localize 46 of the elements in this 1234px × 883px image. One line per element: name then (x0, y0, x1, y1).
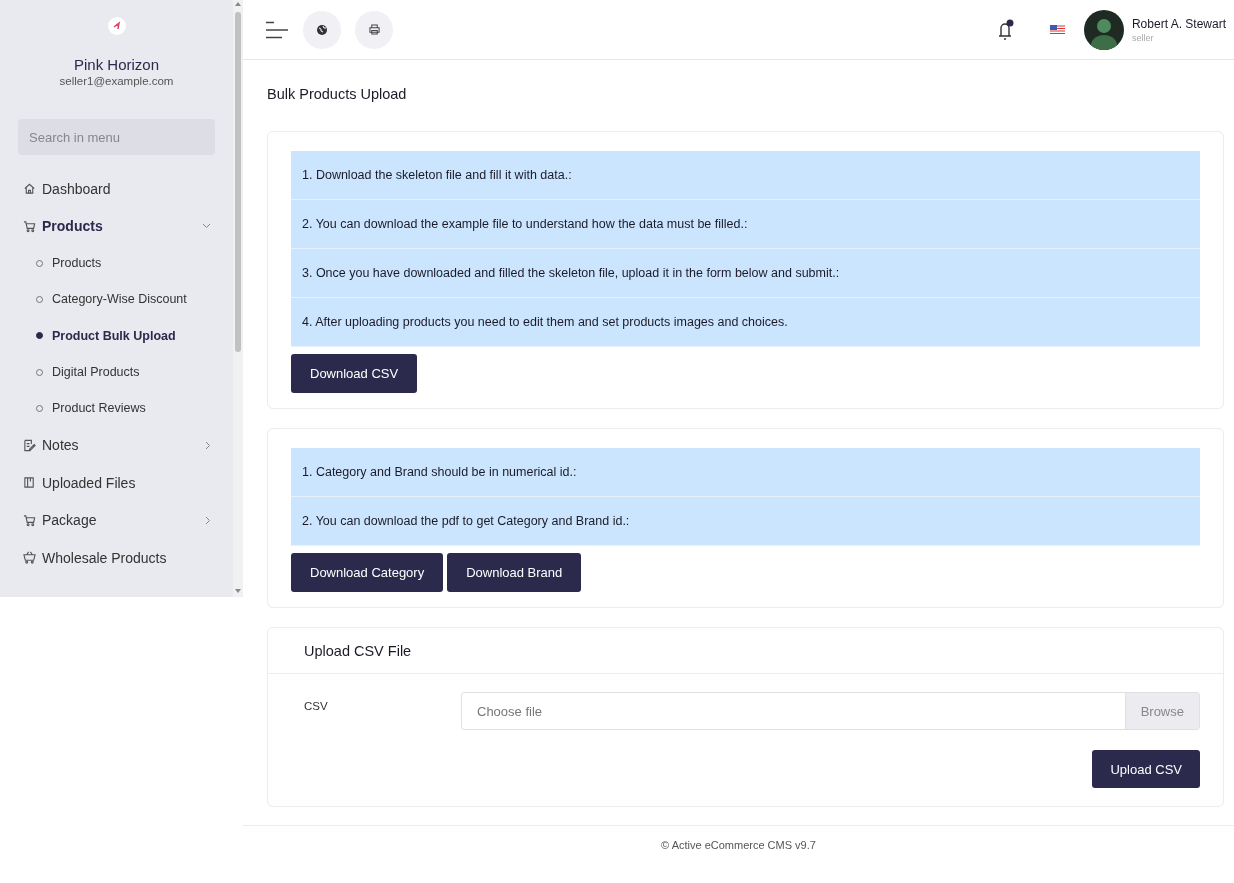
search-field[interactable]: Search in menu (18, 119, 215, 155)
sidebar-item[interactable]: Products (0, 207, 233, 245)
instruction-text: 1. Download the skeleton file and fill it with data.: (291, 151, 1200, 200)
submenu-item[interactable]: Category-Wise Discount (0, 281, 233, 318)
cart-icon (23, 513, 36, 527)
note-icon (23, 438, 36, 452)
print-button[interactable] (355, 10, 393, 49)
instruction-text: 1. Category and Brand should be in numerical id.: (291, 448, 1200, 497)
card-title: Upload CSV File (268, 628, 1223, 674)
field-label: CSV (303, 699, 329, 712)
footer-text: © Active eCommerce CMS v9.7 (661, 839, 816, 851)
store-name: Pink Horizon (73, 56, 159, 73)
printer-icon (368, 24, 380, 35)
instruction-text: 4. After uploading products you need to edit them and set products images and choices. (291, 298, 1200, 347)
store-email: seller1@example.com (59, 75, 174, 87)
logo-icon (107, 17, 126, 35)
file-icon (23, 476, 36, 490)
submenu-item[interactable]: Product Reviews (0, 390, 233, 427)
home-icon (23, 182, 36, 196)
flag-icon[interactable] (1049, 24, 1065, 35)
page-title: Bulk Products Upload (267, 86, 408, 102)
sidebar-item[interactable]: Wholesale Products (0, 539, 233, 577)
submenu-item[interactable]: Products (0, 245, 233, 282)
submenu-item[interactable]: Product Bulk Upload (0, 317, 233, 354)
scrollbar[interactable] (233, 0, 243, 597)
avatar[interactable] (1083, 9, 1124, 50)
upload-button[interactable]: Upload CSV (1092, 750, 1200, 788)
instruction-text: 2. You can download the example file to understand how the data must be filled.: (291, 200, 1200, 249)
instruction-text: 3. Once you have downloaded and filled the skeleton file, upload it in the form below and submit.: (291, 249, 1200, 298)
sidebar-item[interactable]: Uploaded Files (0, 464, 233, 502)
submenu-item[interactable]: Digital Products (0, 353, 233, 391)
user-name: Robert A. Stewart (1131, 16, 1226, 31)
download-button[interactable]: Download Brand (447, 553, 582, 592)
language-button[interactable] (303, 10, 341, 49)
instruction-text: 2. You can download the pdf to get Category and Brand id.: (291, 497, 1200, 546)
download-button[interactable]: Download CSV (291, 354, 418, 393)
sidebar-item[interactable]: Package (0, 501, 233, 539)
sidebar-item[interactable]: Notes (0, 426, 233, 464)
menu-icon[interactable] (265, 20, 289, 39)
globe-icon (317, 24, 327, 35)
download-button[interactable]: Download Category (291, 553, 444, 592)
user-role: seller (1131, 32, 1155, 43)
cart-icon (23, 219, 36, 233)
file-input-field[interactable]: Choose file Browse (461, 692, 1200, 730)
sidebar-item[interactable]: Dashboard (0, 170, 233, 208)
basket-icon (23, 551, 36, 565)
